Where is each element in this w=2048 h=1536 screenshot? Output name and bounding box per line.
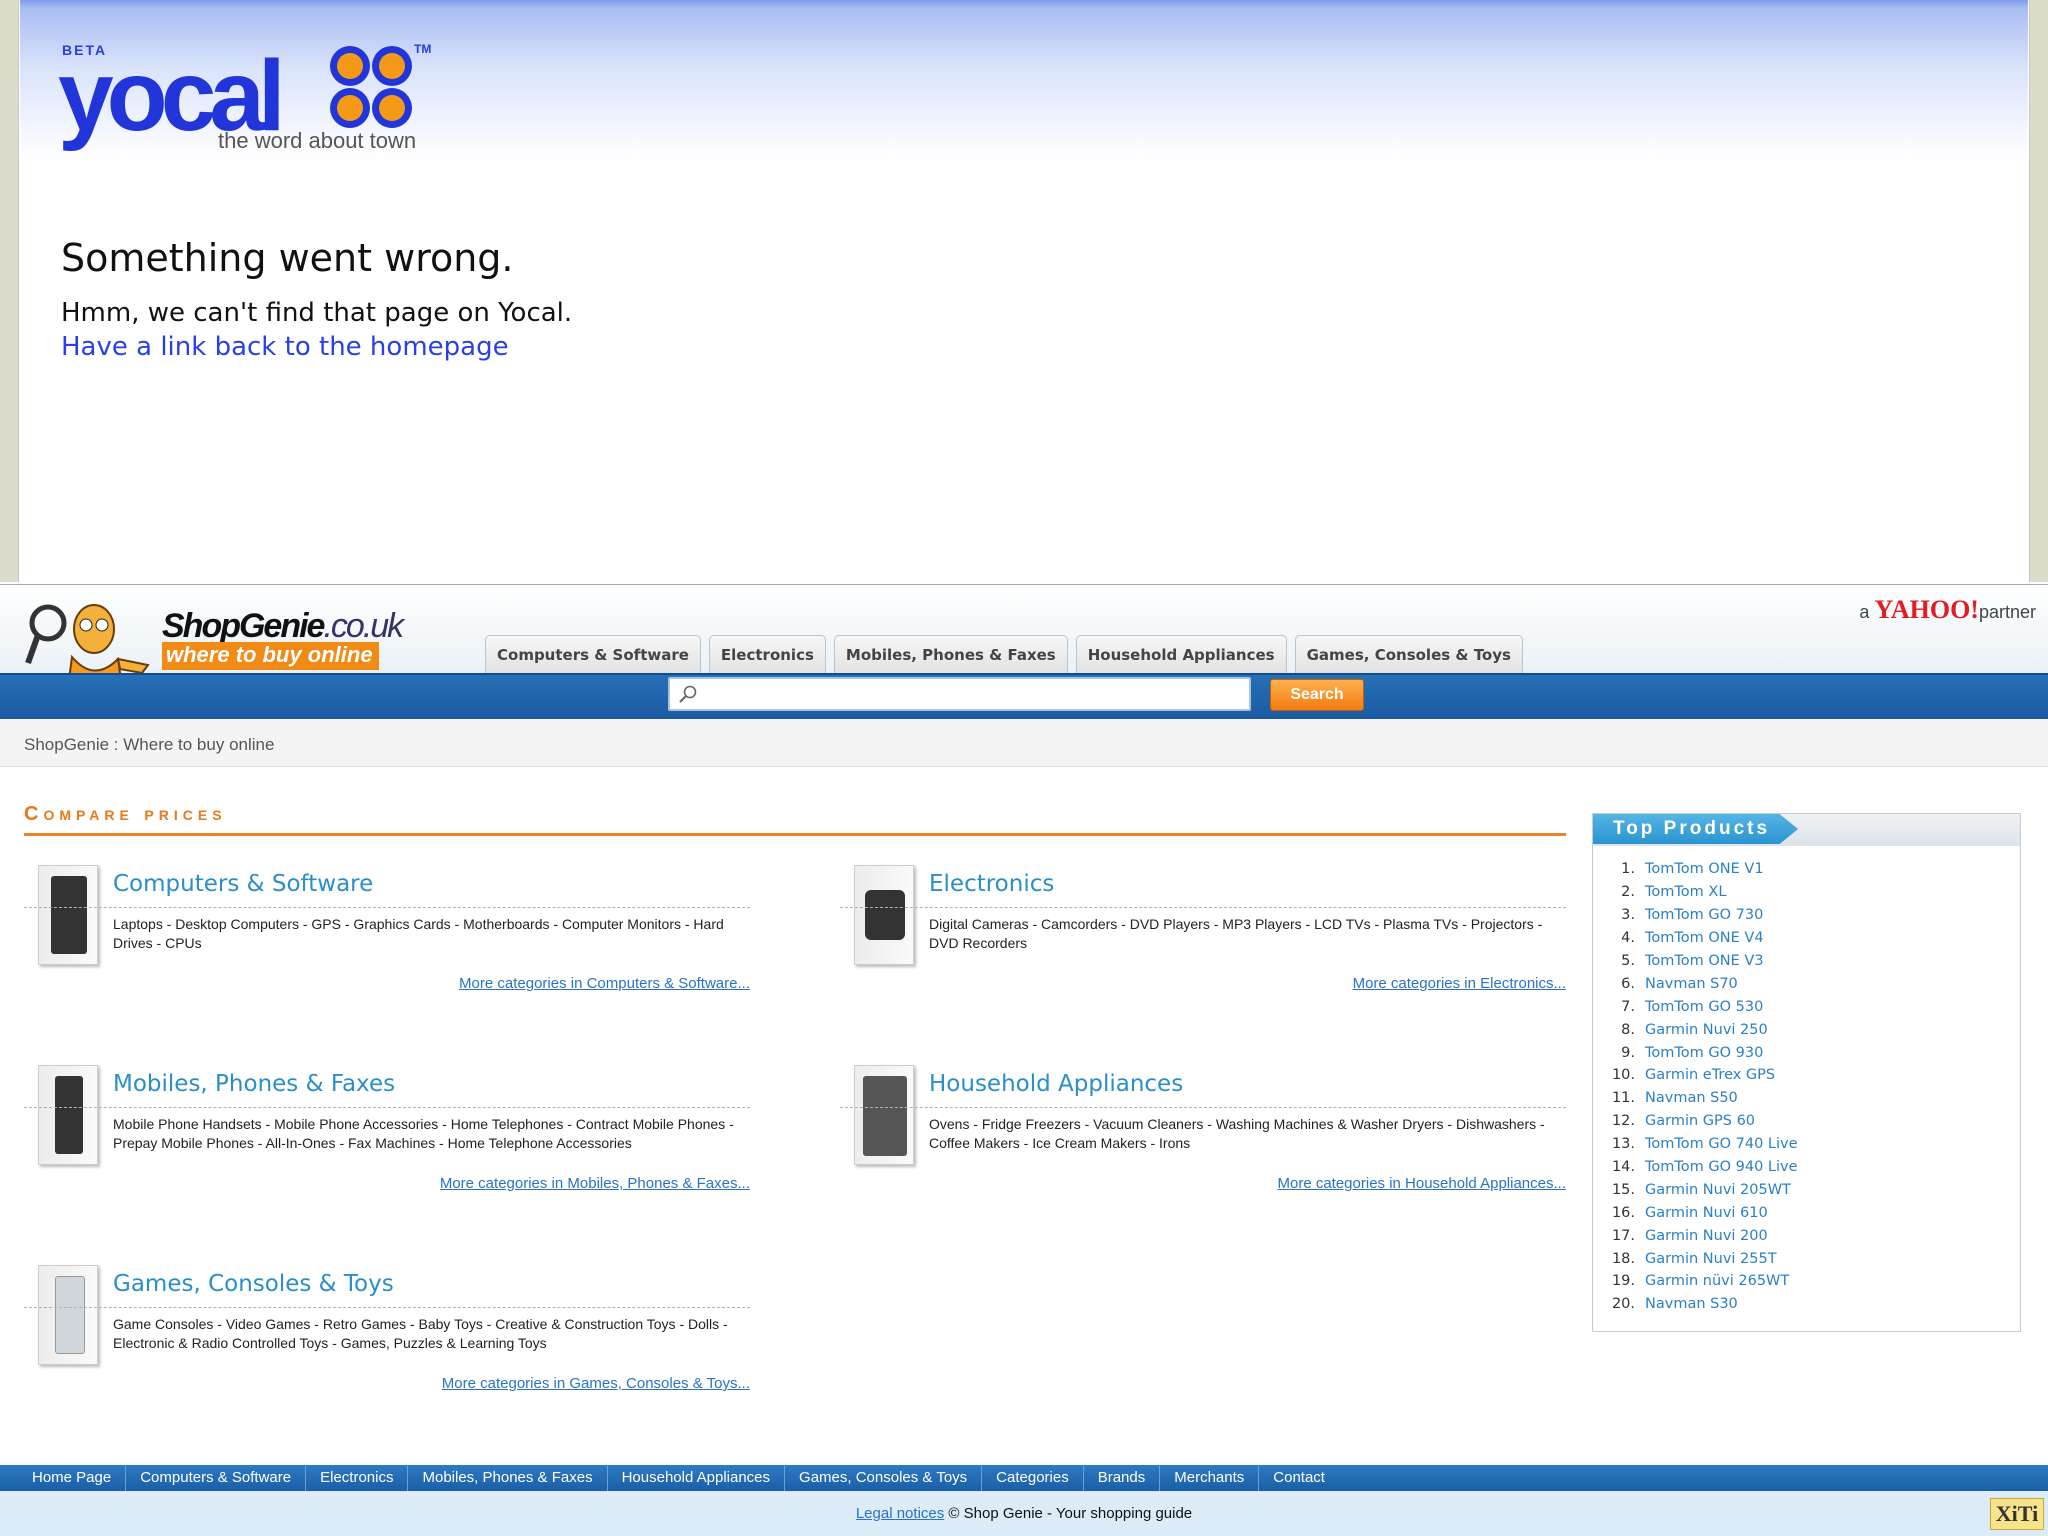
category-tabs: Computers & Software Electronics Mobiles…	[485, 635, 1523, 673]
category-mobiles-phones-faxes: Mobiles, Phones & Faxes Mobile Phone Han…	[24, 1065, 750, 1205]
more-categories-link[interactable]: More categories in Games, Consoles & Toy…	[442, 1375, 750, 1392]
yocal-tagline: the word about town	[218, 128, 417, 153]
list-item[interactable]: 19. Garmin nüvi 265WT	[1603, 1270, 2013, 1293]
search-icon	[679, 685, 697, 703]
xiti-badge[interactable]: XiTi	[1990, 1498, 2044, 1530]
category-divider	[24, 907, 750, 908]
category-subcategories[interactable]: Game Consoles - Video Games - Retro Game…	[113, 1315, 749, 1353]
phone-thumbnail[interactable]	[38, 1065, 98, 1165]
footer-link-merchants[interactable]: Merchants	[1160, 1465, 1260, 1491]
footer-link-games[interactable]: Games, Consoles & Toys	[785, 1465, 983, 1491]
more-categories-link[interactable]: More categories in Computers & Software.…	[459, 975, 750, 992]
category-household-appliances: Household Appliances Ovens - Fridge Free…	[840, 1065, 1566, 1205]
yocal-logo[interactable]: yocal BETA TM the word about town	[58, 42, 448, 162]
homepage-link[interactable]: Have a link back to the homepage	[61, 332, 509, 362]
search-box[interactable]	[668, 677, 1251, 711]
legal-line: Legal notices © Shop Genie - Your shoppi…	[0, 1505, 2048, 1522]
yocal-dots-icon	[330, 46, 412, 128]
category-subcategories[interactable]: Laptops - Desktop Computers - GPS - Grap…	[113, 915, 749, 953]
yocal-error-frame: yocal BETA TM the word about town Someth…	[0, 0, 2048, 582]
list-item[interactable]: 11. Navman S50	[1603, 1087, 2013, 1110]
category-divider	[24, 1307, 750, 1308]
category-title[interactable]: Household Appliances	[929, 1071, 1183, 1097]
list-item[interactable]: 17. Garmin Nuvi 200	[1603, 1224, 2013, 1247]
trademark-label: TM	[414, 42, 432, 56]
footer-link-categories[interactable]: Categories	[982, 1465, 1084, 1491]
more-categories-link[interactable]: More categories in Electronics...	[1353, 975, 1566, 992]
tab-games-consoles-toys[interactable]: Games, Consoles & Toys	[1294, 635, 1523, 673]
list-item[interactable]: 13. TomTom GO 740 Live	[1603, 1133, 2013, 1156]
washing-machine-thumbnail[interactable]	[854, 1065, 914, 1165]
footer-link-contact[interactable]: Contact	[1259, 1465, 1339, 1491]
brand-name: ShopGenie.co.uk	[162, 607, 404, 645]
top-products-panel: Top Products 1. TomTom ONE V1 2. TomTom XL…	[1592, 813, 2021, 1332]
brand-slogan: where to buy online	[162, 642, 379, 670]
camera-thumbnail[interactable]	[854, 865, 914, 965]
error-message: Hmm, we can't find that page on Yocal.	[61, 298, 573, 328]
footer-link-home[interactable]: Home Page	[18, 1465, 127, 1491]
category-title[interactable]: Mobiles, Phones & Faxes	[113, 1071, 395, 1097]
category-subcategories[interactable]: Ovens - Fridge Freezers - Vacuum Cleaner…	[929, 1115, 1565, 1153]
frame-left-edge	[0, 0, 19, 582]
list-item[interactable]: 3. TomTom GO 730	[1603, 904, 2013, 927]
list-item[interactable]: 4. TomTom ONE V4	[1603, 927, 2013, 950]
search-button[interactable]: Search	[1270, 679, 1364, 711]
list-item[interactable]: 16. Garmin Nuvi 610	[1603, 1201, 2013, 1224]
beta-label: BETA	[62, 42, 108, 58]
category-subcategories[interactable]: Digital Cameras - Camcorders - DVD Playe…	[929, 915, 1565, 953]
footer-link-electronics[interactable]: Electronics	[306, 1465, 409, 1491]
error-title: Something went wrong.	[61, 236, 514, 280]
category-title[interactable]: Games, Consoles & Toys	[113, 1271, 394, 1297]
copyright-text: © Shop Genie - Your shopping guide	[944, 1505, 1193, 1522]
breadcrumb-bar	[0, 719, 2048, 767]
yahoo-partner-badge[interactable]: a YAHOO!partner	[1859, 595, 2036, 625]
frame-right-edge	[2029, 0, 2048, 582]
footer-link-computers[interactable]: Computers & Software	[126, 1465, 307, 1491]
category-subcategories[interactable]: Mobile Phone Handsets - Mobile Phone Acc…	[113, 1115, 749, 1153]
footer-link-mobiles[interactable]: Mobiles, Phones & Faxes	[408, 1465, 608, 1491]
footer-link-household[interactable]: Household Appliances	[608, 1465, 786, 1491]
category-computers-software: Computers & Software Laptops - Desktop C…	[24, 865, 750, 1005]
more-categories-link[interactable]: More categories in Household Appliances.…	[1277, 1175, 1566, 1192]
tab-computers-software[interactable]: Computers & Software	[485, 635, 701, 673]
shopgenie-logo[interactable]: ShopGenie.co.uk where to buy online	[162, 607, 404, 670]
list-item[interactable]: 8. Garmin Nuvi 250	[1603, 1018, 2013, 1041]
list-item[interactable]: 5. TomTom ONE V3	[1603, 950, 2013, 973]
tab-mobiles-phones-faxes[interactable]: Mobiles, Phones & Faxes	[833, 635, 1068, 673]
shopgenie-page: ShopGenie.co.uk where to buy online a YA…	[0, 584, 2048, 1536]
top-products-list: 1. TomTom ONE V1 2. TomTom XL 3. TomTom GO …	[1603, 858, 2013, 1316]
list-item[interactable]: 7. TomTom GO 530	[1603, 995, 2013, 1018]
list-item[interactable]: 14. TomTom GO 940 Live	[1603, 1156, 2013, 1179]
more-categories-link[interactable]: More categories in Mobiles, Phones & Fax…	[440, 1175, 750, 1192]
compare-prices-rule	[24, 833, 1566, 836]
footer-nav: Home Page Computers & Software Electroni…	[0, 1465, 2048, 1491]
category-divider	[24, 1107, 750, 1108]
category-title[interactable]: Computers & Software	[113, 871, 373, 897]
list-item[interactable]: 20. Navman S30	[1603, 1293, 2013, 1316]
tab-household-appliances[interactable]: Household Appliances	[1075, 635, 1287, 673]
footer-link-brands[interactable]: Brands	[1084, 1465, 1161, 1491]
list-item[interactable]: 18. Garmin Nuvi 255T	[1603, 1247, 2013, 1270]
category-title[interactable]: Electronics	[929, 871, 1054, 897]
top-products-title: Top Products	[1593, 814, 1799, 844]
list-item[interactable]: 12. Garmin GPS 60	[1603, 1110, 2013, 1133]
console-thumbnail[interactable]	[38, 1265, 98, 1365]
list-item[interactable]: 15. Garmin Nuvi 205WT	[1603, 1178, 2013, 1201]
list-item[interactable]: 1. TomTom ONE V1	[1603, 858, 2013, 881]
category-games-consoles-toys: Games, Consoles & Toys Game Consoles - V…	[24, 1265, 750, 1405]
list-item[interactable]: 6. Navman S70	[1603, 972, 2013, 995]
tab-electronics[interactable]: Electronics	[708, 635, 826, 673]
list-item[interactable]: 10. Garmin eTrex GPS	[1603, 1064, 2013, 1087]
category-electronics: Electronics Digital Cameras - Camcorders…	[840, 865, 1566, 1005]
yahoo-logo: YAHOO!	[1874, 595, 1979, 624]
category-divider	[840, 907, 1566, 908]
legal-notices-link[interactable]: Legal notices	[856, 1505, 944, 1522]
list-item[interactable]: 9. TomTom GO 930	[1603, 1041, 2013, 1064]
laptop-thumbnail[interactable]	[38, 865, 98, 965]
category-divider	[840, 1107, 1566, 1108]
breadcrumb: ShopGenie : Where to buy online	[24, 735, 275, 754]
search-input[interactable]	[704, 681, 1244, 707]
compare-prices-title: Compare prices	[24, 803, 227, 825]
list-item[interactable]: 2. TomTom XL	[1603, 881, 2013, 904]
